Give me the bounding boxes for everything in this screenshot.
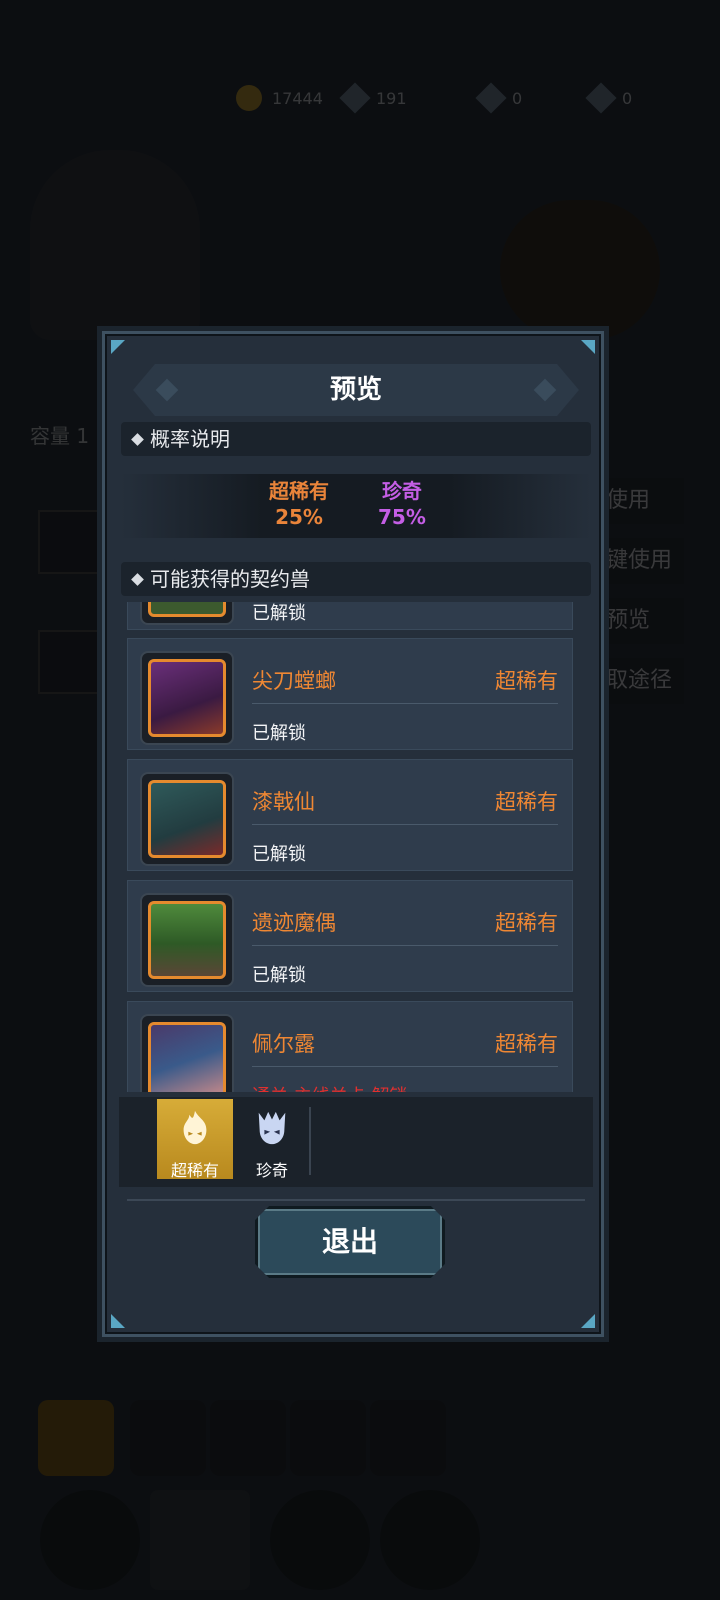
rarity-tabs: 超稀有 珍奇 [119,1097,593,1187]
obtainable-header-label: 可能获得的契约兽 [150,567,310,591]
beast-rarity: 超稀有 [495,669,558,693]
corner-ornament [581,1314,595,1328]
beast-name: 佩尔露 [252,1032,315,1056]
tab-divider [309,1107,311,1175]
beast-portrait [140,1014,234,1092]
beast-rarity: 超稀有 [495,790,558,814]
beast-portrait [140,893,234,987]
beast-card[interactable]: 尖刀螳螂 超稀有 已解锁 [127,638,573,750]
probability-value: 25% [275,505,323,529]
beast-status: 已解锁 [252,965,306,986]
beast-portrait [140,602,234,625]
beast-card[interactable]: 已解锁 [127,602,573,630]
tab-rare[interactable]: 珍奇 [234,1099,310,1180]
beast-list[interactable]: 已解锁 尖刀螳螂 超稀有 已解锁 漆戟仙 超稀有 已解锁 遗迹魔偶 超稀有 已解… [125,602,575,1092]
beast-status: 已解锁 [252,723,306,744]
title-bar: 预览 [133,364,579,416]
diamond-bullet-icon [131,432,144,446]
tab-label: 珍奇 [255,1161,288,1180]
beast-name: 遗迹魔偶 [252,911,336,935]
probability-super-rare: 超稀有 25% [269,478,329,530]
beast-name: 漆戟仙 [252,790,315,814]
beast-card[interactable]: 遗迹魔偶 超稀有 已解锁 [127,880,573,992]
diamond-bullet-icon [131,572,144,586]
beast-portrait-image [148,602,226,617]
beast-rarity: 超稀有 [495,1032,558,1056]
beast-portrait [140,772,234,866]
divider [252,945,558,946]
beast-card[interactable]: 漆戟仙 超稀有 已解锁 [127,759,573,871]
flame-mask-icon [183,1110,207,1145]
beast-status: 通关 主线关卡 解锁 [252,1082,407,1092]
screen: 17444 191 0 0 容量 1 使用 键使用 预览 取途径 预览 概率说明… [0,0,720,1600]
obtainable-header: 可能获得的契约兽 [121,562,591,596]
mantis-portrait-image [148,659,226,737]
divider [127,1199,585,1201]
corner-ornament [581,340,595,354]
beast-portrait [140,651,234,745]
preview-dialog: 预览 概率说明 超稀有 25% 珍奇 75% 可能获得的契约兽 已解锁 尖刀螳螂… [102,331,604,1337]
dialog-title: 预览 [329,375,382,405]
divider [252,703,558,704]
beast-rarity: 超稀有 [495,911,558,935]
probability-header: 概率说明 [121,422,591,456]
probability-label: 超稀有 [269,479,329,503]
divider [252,824,558,825]
probability-value: 75% [378,505,426,529]
exit-button[interactable]: 退出 [255,1206,445,1278]
relic-golem-portrait-image [148,901,226,979]
corner-ornament [111,340,125,354]
beast-status: 已解锁 [252,844,306,865]
peirlu-portrait-image [148,1022,226,1092]
beast-name: 尖刀螳螂 [252,669,336,693]
lacquer-halberd-portrait-image [148,780,226,858]
divider [252,1066,558,1067]
corner-ornament [111,1314,125,1328]
probability-label: 珍奇 [381,479,422,503]
tab-label: 超稀有 [170,1161,219,1180]
tab-super-rare[interactable]: 超稀有 [157,1099,233,1180]
beast-card[interactable]: 佩尔露 超稀有 通关 主线关卡 解锁 [127,1001,573,1092]
probability-header-label: 概率说明 [150,427,230,451]
probability-row: 超稀有 25% 珍奇 75% [121,474,591,538]
beast-status: 已解锁 [252,603,306,624]
spiky-mask-icon [258,1111,286,1145]
probability-rare: 珍奇 75% [378,478,426,530]
